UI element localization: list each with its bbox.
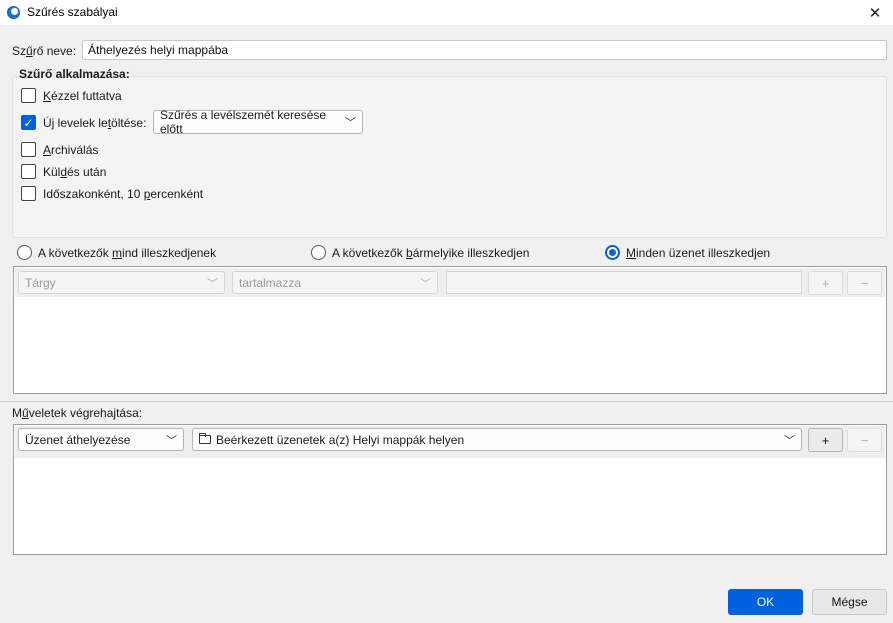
- match-every-label-part: inden üzenet illeszkedjen: [636, 245, 771, 260]
- chevron-down-icon: ﹀: [420, 277, 431, 290]
- manual-run-label: Kézzel futtatva: [43, 89, 122, 103]
- filter-timing-value: Szűrés a levélszemét keresése előtt: [160, 108, 327, 136]
- after-send-label-part: Kül: [43, 164, 61, 179]
- archive-checkbox[interactable]: [21, 142, 36, 157]
- new-mail-label-part: öltése:: [111, 115, 147, 130]
- condition-field-dropdown[interactable]: Tárgy ﹀: [18, 271, 225, 294]
- archive-accesskey: A: [43, 142, 52, 157]
- filter-name-input[interactable]: Áthelyezés helyi mappába: [82, 40, 887, 60]
- folder-icon: [199, 433, 211, 444]
- after-send-label-part: és után: [67, 164, 107, 179]
- actions-label: Műveletek végrehajtása:: [12, 406, 142, 420]
- remove-action-button[interactable]: −: [847, 428, 882, 452]
- match-all-label-part: A következők: [38, 245, 113, 260]
- actions-label-part: M: [12, 406, 22, 420]
- manual-run-label-rest: ézzel futtatva: [51, 88, 122, 103]
- periodic-label-part: Időszakonként, 10: [43, 186, 144, 201]
- filter-name-label-part: rő neve:: [32, 44, 77, 58]
- actions-label-part: veletek végrehajtása:: [28, 406, 143, 420]
- after-send-label: Küldés után: [43, 165, 106, 179]
- periodic-checkbox[interactable]: [21, 186, 36, 201]
- new-mail-option[interactable]: ✓ Új levelek letöltése:: [21, 115, 146, 130]
- periodic-label-part: ercenként: [150, 186, 204, 201]
- archive-option[interactable]: Archiválás: [21, 142, 98, 157]
- new-mail-label: Új levelek letöltése:: [43, 116, 146, 130]
- action-type-value: Üzenet áthelyezése: [25, 432, 131, 447]
- section-divider: [0, 401, 893, 402]
- manual-run-option[interactable]: Kézzel futtatva: [21, 88, 122, 103]
- actions-accesskey: ű: [22, 406, 29, 420]
- match-all-label: A következők mind illeszkedjenek: [38, 246, 216, 260]
- new-mail-checkbox[interactable]: ✓: [21, 115, 36, 130]
- remove-condition-button[interactable]: −: [847, 271, 882, 295]
- match-every-label: Minden üzenet illeszkedjen: [626, 246, 770, 260]
- target-folder-value: Beérkezett üzenetek a(z) Helyi mappák he…: [216, 432, 465, 447]
- match-any-accesskey: b: [406, 245, 413, 260]
- after-send-checkbox[interactable]: [21, 164, 36, 179]
- manual-run-checkbox[interactable]: [21, 88, 36, 103]
- chevron-down-icon: ﹀: [345, 117, 356, 129]
- archive-label-rest: rchiválás: [51, 142, 99, 157]
- filter-name-label-part: Sz: [12, 44, 27, 58]
- thunderbird-icon: [7, 6, 20, 19]
- match-all-accesskey: m: [112, 245, 123, 260]
- match-all-radio[interactable]: [17, 245, 32, 260]
- periodic-label: Időszakonként, 10 percenként: [43, 187, 203, 201]
- match-all-label-part: ind illeszkedjenek: [122, 245, 217, 260]
- condition-operator-dropdown[interactable]: tartalmazza ﹀: [232, 271, 438, 294]
- apply-filter-group: [12, 76, 887, 238]
- match-every-option[interactable]: Minden üzenet illeszkedjen: [605, 245, 770, 260]
- filter-name-label: Szűrő neve:: [12, 44, 76, 58]
- match-all-option[interactable]: A következők mind illeszkedjenek: [17, 245, 216, 260]
- match-any-label-part: ármelyike illeszkedjen: [412, 245, 530, 260]
- condition-field-value: Tárgy: [25, 275, 56, 290]
- condition-operator-value: tartalmazza: [239, 275, 302, 290]
- manual-run-accesskey: K: [43, 88, 52, 103]
- action-type-dropdown[interactable]: Üzenet áthelyezése ﹀: [18, 428, 184, 451]
- match-any-label-part: A következők: [332, 245, 407, 260]
- chevron-down-icon: ﹀: [166, 434, 177, 447]
- chevron-down-icon: ﹀: [784, 434, 795, 447]
- ok-button[interactable]: OK: [728, 589, 803, 615]
- archive-label: Archiválás: [43, 143, 98, 157]
- cancel-button[interactable]: Mégse: [812, 589, 887, 615]
- chevron-down-icon: ﹀: [207, 277, 218, 290]
- filter-timing-dropdown[interactable]: Szűrés a levélszemét keresése előtt ﹀: [153, 108, 363, 136]
- close-icon[interactable]: ✕: [857, 0, 893, 25]
- match-any-radio[interactable]: [311, 245, 326, 260]
- condition-value-input[interactable]: [446, 271, 802, 294]
- new-mail-label-part: Új levelek le: [43, 115, 108, 130]
- apply-filter-legend: Szűrő alkalmazása:: [19, 67, 130, 81]
- window-title: Szűrés szabályai: [27, 5, 118, 19]
- target-folder-dropdown[interactable]: Beérkezett üzenetek a(z) Helyi mappák he…: [192, 428, 802, 451]
- filter-name-label-accesskey: ű: [26, 44, 33, 58]
- periodic-option[interactable]: Időszakonként, 10 percenként: [21, 186, 203, 201]
- add-action-button[interactable]: +: [808, 428, 843, 452]
- title-bar: Szűrés szabályai ✕: [0, 0, 893, 25]
- match-any-option[interactable]: A következők bármelyike illeszkedjen: [311, 245, 529, 260]
- match-every-radio[interactable]: [605, 245, 620, 260]
- match-any-label: A következők bármelyike illeszkedjen: [332, 246, 529, 260]
- match-every-accesskey: M: [626, 245, 636, 260]
- add-condition-button[interactable]: +: [808, 271, 843, 295]
- after-send-option[interactable]: Küldés után: [21, 164, 106, 179]
